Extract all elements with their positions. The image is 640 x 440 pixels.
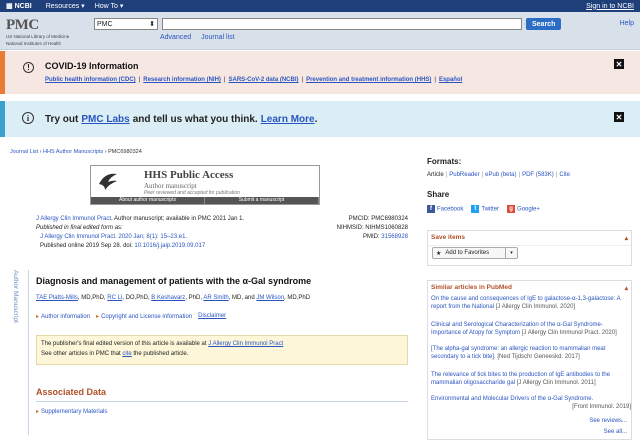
- google-plus-icon: g: [507, 205, 516, 213]
- author-link[interactable]: AR Smith: [203, 295, 228, 301]
- share-google[interactable]: g Google+: [507, 205, 540, 213]
- article-meta-links: ▸ Author information ▸ Copyright and Licen…: [36, 313, 226, 320]
- pmc-labs-banner: i Try out PMC Labs and tell us what you …: [0, 101, 640, 137]
- formats-list: Article | PubReader | ePub (beta) | PDF (58…: [427, 172, 570, 178]
- covid-link-nih[interactable]: Research information (NIH): [143, 77, 221, 83]
- cite-link[interactable]: cite: [122, 351, 131, 357]
- final-ref-link[interactable]: J Allergy Clin Immunol Pract. 2020 Jan; …: [40, 234, 187, 240]
- author-list: TAE Platts-Mills, MD,PhD, RC Li, DO,PhD,…: [36, 295, 311, 301]
- similar-articles-panel: Similar articles in PubMed ▴ On the cause…: [427, 280, 632, 440]
- formats-heading: Formats:: [427, 157, 462, 166]
- info-icon: i: [22, 112, 34, 124]
- similar-article[interactable]: Environmental and Molecular Drivers of t…: [431, 395, 631, 411]
- author-link[interactable]: JM Wilson: [256, 295, 284, 301]
- search-input[interactable]: [162, 18, 522, 30]
- collapse-icon[interactable]: ▴: [625, 234, 628, 242]
- covid-banner: ! COVID-19 Information Public health inf…: [0, 51, 640, 94]
- close-icon[interactable]: ✕: [614, 59, 624, 69]
- format-pdf[interactable]: PDF (583K): [522, 172, 554, 178]
- pmc-labs-link[interactable]: PMC Labs: [81, 114, 129, 125]
- similar-article[interactable]: On the cause and consequences of IgE to …: [431, 295, 631, 311]
- add-to-favorites-button[interactable]: ★ Add to Favorites ▾: [432, 247, 518, 259]
- author-link[interactable]: TAE Platts-Mills: [36, 295, 78, 301]
- breadcrumb: Journal List › HHS Author Manuscripts › …: [10, 149, 142, 155]
- pmc-logo[interactable]: PMC US National Library of Medicine Nati…: [6, 18, 94, 46]
- breadcrumb-hhs[interactable]: HHS Author Manuscripts: [43, 149, 103, 155]
- format-pubreader[interactable]: PubReader: [449, 172, 479, 178]
- covid-link-hhs[interactable]: Prevention and treatment information (HH…: [306, 77, 431, 83]
- similar-article[interactable]: [The alpha-gal syndrome: an allergic rea…: [431, 345, 631, 361]
- ncbi-logo-icon: ▦: [6, 3, 13, 10]
- submit-manuscript-button[interactable]: Submit a manuscript: [205, 197, 319, 204]
- doi-link[interactable]: 10.1016/j.jaip.2019.09.017: [134, 243, 205, 249]
- ncbi-brand[interactable]: ▦ NCBI: [6, 2, 32, 11]
- format-cite[interactable]: Cite: [559, 172, 570, 178]
- copyright-toggle[interactable]: ▸ Copyright and License information: [96, 313, 192, 320]
- author-manuscript-label: Author Manuscript: [12, 270, 19, 323]
- collapse-icon[interactable]: ▴: [625, 284, 628, 292]
- alert-icon: !: [23, 62, 34, 73]
- help-link[interactable]: Help: [620, 20, 634, 27]
- covid-link-ncbi[interactable]: SARS-CoV-2 data (NCBI): [228, 77, 298, 83]
- journal-link[interactable]: J Allergy Clin Immunol Pract: [36, 216, 111, 222]
- database-select[interactable]: PMC ⬍: [94, 18, 158, 30]
- facebook-icon: f: [427, 205, 435, 213]
- about-manuscripts-button[interactable]: About author manuscripts: [91, 197, 205, 204]
- close-icon[interactable]: ✕: [614, 112, 624, 122]
- hhs-public-access-banner: HHS Public Access Author manuscript Peer…: [90, 165, 320, 205]
- covid-link-espanol[interactable]: Español: [439, 77, 462, 83]
- citation-block: J Allergy Clin Immunol Pract. Author man…: [36, 216, 408, 249]
- hhs-eagle-icon: [99, 173, 117, 190]
- share-links: f Facebook t Twitter g Google+: [427, 205, 540, 213]
- journal-list-link[interactable]: Journal list: [201, 34, 234, 41]
- resources-menu[interactable]: Resources ▾: [46, 2, 85, 10]
- share-twitter[interactable]: t Twitter: [471, 205, 499, 213]
- see-all-link[interactable]: See all...: [604, 429, 627, 435]
- similar-article[interactable]: Clinical and Serological Characterizatio…: [431, 321, 631, 337]
- author-info-toggle[interactable]: ▸ Author information: [36, 313, 90, 320]
- divider: [36, 401, 408, 402]
- expand-icon: ▸: [36, 314, 40, 320]
- publisher-version-link[interactable]: J Allergy Clin Immunol Pract: [208, 341, 283, 347]
- share-heading: Share: [427, 190, 450, 199]
- format-epub[interactable]: ePub (beta): [485, 172, 516, 178]
- search-button[interactable]: Search: [526, 18, 562, 30]
- advanced-link[interactable]: Advanced: [160, 34, 191, 41]
- signin-link[interactable]: Sign in to NCBI: [586, 3, 634, 10]
- disclaimer-link[interactable]: Disclaimer: [198, 313, 226, 320]
- expand-icon: ▸: [96, 314, 100, 320]
- ncbi-topbar: ▦ NCBI Resources ▾ How To ▾ Sign in to N…: [0, 0, 640, 12]
- side-rule: [28, 270, 29, 435]
- breadcrumb-journal-list[interactable]: Journal List: [10, 149, 38, 155]
- chevron-down-icon[interactable]: ▾: [505, 248, 517, 258]
- article-title: Diagnosis and management of patients wit…: [36, 276, 312, 286]
- covid-link-cdc[interactable]: Public health information (CDC): [45, 77, 136, 83]
- chevron-down-icon: ⬍: [149, 21, 155, 28]
- format-article: Article: [427, 172, 444, 178]
- twitter-icon: t: [471, 205, 480, 213]
- search-header: PMC US National Library of Medicine Nati…: [0, 12, 640, 50]
- howto-menu[interactable]: How To ▾: [95, 2, 124, 10]
- similar-article[interactable]: The relevance of tick bites to the produ…: [431, 371, 631, 387]
- expand-icon: ▸: [36, 409, 40, 415]
- author-link[interactable]: RC Li: [107, 295, 122, 301]
- save-items-panel: Save items ▴ ★ Add to Favorites ▾: [427, 230, 632, 266]
- chevron-down-icon: ▾: [81, 3, 85, 10]
- publisher-notice: The publisher's final edited version of …: [36, 335, 408, 365]
- supplementary-toggle[interactable]: ▸ Supplementary Materials: [36, 408, 107, 415]
- see-reviews-link[interactable]: See reviews...: [589, 418, 627, 424]
- covid-links: Public health information (CDC) | Researc…: [45, 77, 463, 83]
- share-facebook[interactable]: f Facebook: [427, 205, 463, 213]
- star-icon: ★: [436, 250, 442, 257]
- associated-data-heading: Associated Data: [36, 387, 107, 397]
- covid-title: COVID-19 Information: [45, 61, 139, 71]
- learn-more-link[interactable]: Learn More: [261, 114, 315, 125]
- author-link[interactable]: B Keshavarz: [151, 295, 185, 301]
- chevron-down-icon: ▾: [119, 3, 124, 10]
- pmid-link[interactable]: 31568928: [381, 234, 408, 240]
- search-area: PMC ⬍ Search Advanced Journal list: [94, 18, 562, 41]
